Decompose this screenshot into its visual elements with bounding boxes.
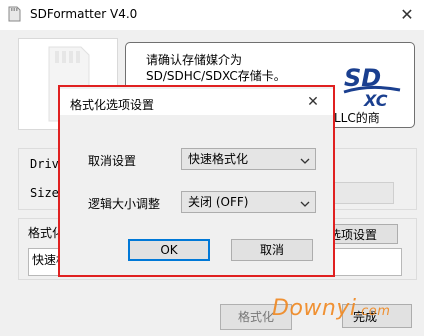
cancel-setting-select[interactable]: 快速格式化 — [181, 148, 316, 170]
watermark-tail: .com — [356, 304, 391, 319]
window-title: SDFormatter V4.0 — [30, 7, 138, 21]
logical-size-select[interactable]: 关闭 (OFF) — [181, 191, 316, 213]
logical-size-label: 逻辑大小调整 — [88, 197, 161, 211]
info-line-2: SD/SDHC/SDXC存储卡。 — [146, 69, 286, 83]
dialog-close-button[interactable]: ✕ — [302, 92, 324, 112]
cancel-setting-label: 取消设置 — [88, 154, 137, 168]
sd-app-icon — [6, 6, 22, 22]
cancel-button[interactable]: 取消 — [231, 239, 313, 261]
ok-button[interactable]: OK — [128, 239, 210, 261]
chevron-down-icon — [299, 153, 311, 165]
cancel-setting-value: 快速格式化 — [188, 152, 249, 166]
size-label: Size — [30, 186, 59, 200]
format-option-label: 格式化 — [28, 226, 65, 240]
watermark-main: Downyi — [272, 296, 357, 321]
chevron-down-icon — [299, 196, 311, 208]
watermark: Downyi.com — [272, 296, 390, 321]
option-result-box — [330, 248, 402, 276]
close-window-button[interactable]: ✕ — [396, 4, 418, 26]
size-field — [330, 182, 394, 204]
sdxc-logo-icon: SD XC — [340, 62, 404, 110]
dialog-title: 格式化选项设置 — [70, 98, 155, 112]
svg-text:XC: XC — [363, 91, 388, 108]
info-line-1: 请确认存储媒介为 — [146, 53, 243, 67]
info-trailing-text: LLC的商 — [334, 111, 380, 125]
logical-size-value: 关闭 (OFF) — [188, 195, 249, 209]
